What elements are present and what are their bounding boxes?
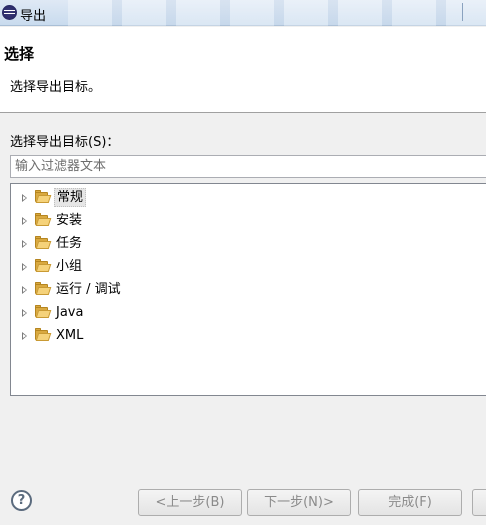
tree-item-label: 安装 <box>56 213 83 228</box>
page-title: 选择 <box>4 45 35 63</box>
expand-arrow-icon[interactable] <box>22 194 27 202</box>
window-titlebar: 导出 <box>0 0 486 26</box>
tree-item-xml[interactable]: XML <box>11 325 211 347</box>
tree-item-team[interactable]: 小组 <box>11 256 211 278</box>
wizard-header: 选择 选择导出目标。 <box>0 27 486 113</box>
expand-arrow-icon[interactable] <box>22 263 27 271</box>
folder-icon <box>35 282 52 295</box>
help-icon[interactable]: ? <box>11 490 32 511</box>
expand-arrow-icon[interactable] <box>22 240 27 248</box>
expand-arrow-icon[interactable] <box>22 286 27 294</box>
titlebar-background <box>68 0 486 26</box>
export-target-tree[interactable]: 常规 安装 任务 小组 运行 / 调试 Java XML <box>10 183 486 396</box>
tree-item-label: Java <box>56 305 84 320</box>
tree-item-java[interactable]: Java <box>11 302 211 324</box>
expand-arrow-icon[interactable] <box>22 309 27 317</box>
finish-button[interactable]: 完成(F) <box>358 489 462 516</box>
filter-input[interactable] <box>10 155 486 178</box>
back-button[interactable]: <上一步(B) <box>138 489 242 516</box>
folder-icon <box>35 236 52 249</box>
folder-icon <box>35 328 52 341</box>
tree-item-label: 任务 <box>56 236 83 251</box>
tree-item-label: 常规 <box>54 188 87 207</box>
folder-icon <box>35 259 52 272</box>
tree-item-label: 小组 <box>56 259 83 274</box>
titlebar-divider <box>462 3 463 21</box>
tree-item-run-debug[interactable]: 运行 / 调试 <box>11 279 211 301</box>
next-button[interactable]: 下一步(N)> <box>247 489 351 516</box>
expand-arrow-icon[interactable] <box>22 217 27 225</box>
tree-item-general[interactable]: 常规 <box>11 187 211 209</box>
expand-arrow-icon[interactable] <box>22 332 27 340</box>
tree-item-install[interactable]: 安装 <box>11 210 211 232</box>
eclipse-icon <box>2 5 17 20</box>
window-title: 导出 <box>20 9 47 24</box>
tree-item-tasks[interactable]: 任务 <box>11 233 211 255</box>
page-description: 选择导出目标。 <box>10 80 102 95</box>
folder-icon <box>35 305 52 318</box>
tree-item-label: 运行 / 调试 <box>56 282 121 297</box>
cancel-button[interactable] <box>472 489 486 516</box>
folder-icon <box>35 190 52 203</box>
tree-item-label: XML <box>56 328 84 343</box>
export-target-label: 选择导出目标(S)： <box>10 135 120 150</box>
folder-icon <box>35 213 52 226</box>
